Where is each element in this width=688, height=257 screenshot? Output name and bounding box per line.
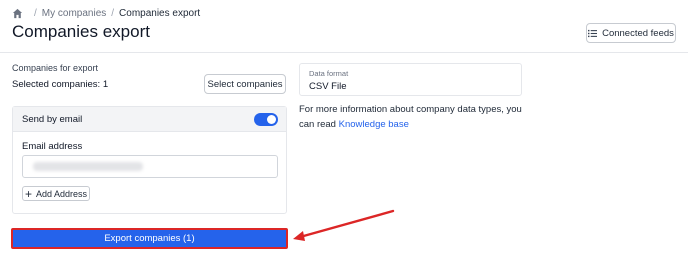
home-icon[interactable] [12, 8, 23, 19]
email-card: Send by email Email address + Add Addres… [12, 106, 287, 214]
knowledge-base-link[interactable]: Knowledge base [339, 119, 409, 130]
breadcrumb-separator: / [34, 7, 37, 19]
add-address-button[interactable]: + Add Address [22, 186, 90, 201]
breadcrumb-separator: / [111, 7, 115, 19]
list-icon [588, 29, 598, 37]
breadcrumb: / My companies / Companies export [12, 6, 200, 20]
info-text-body: For more information about company data … [299, 104, 522, 130]
connected-feeds-button[interactable]: Connected feeds [586, 23, 676, 43]
data-format-value: CSV File [309, 81, 347, 92]
send-by-email-label: Send by email [22, 114, 83, 125]
info-text: For more information about company data … [299, 102, 529, 132]
send-by-email-toggle[interactable] [254, 113, 278, 126]
email-value-redacted [33, 162, 143, 171]
connected-feeds-label: Connected feeds [602, 27, 674, 39]
plus-icon: + [24, 186, 32, 201]
data-format-label: Data format [309, 69, 349, 78]
email-address-label: Email address [22, 141, 83, 152]
export-companies-button[interactable]: Export companies (1) [11, 228, 288, 249]
data-format-field[interactable]: Data format CSV File [299, 63, 522, 96]
select-companies-button[interactable]: Select companies [204, 74, 286, 94]
email-card-header: Send by email [13, 107, 286, 132]
toggle-knob [267, 115, 276, 124]
breadcrumb-current: Companies export [119, 7, 201, 19]
selected-companies-count: Selected companies: 1 [12, 79, 109, 90]
add-address-label: Add Address [35, 188, 88, 199]
companies-for-export-label: Companies for export [12, 63, 99, 73]
page-title: Companies export [12, 22, 150, 41]
breadcrumb-my-companies[interactable]: My companies [42, 8, 106, 19]
header-divider [0, 52, 688, 53]
